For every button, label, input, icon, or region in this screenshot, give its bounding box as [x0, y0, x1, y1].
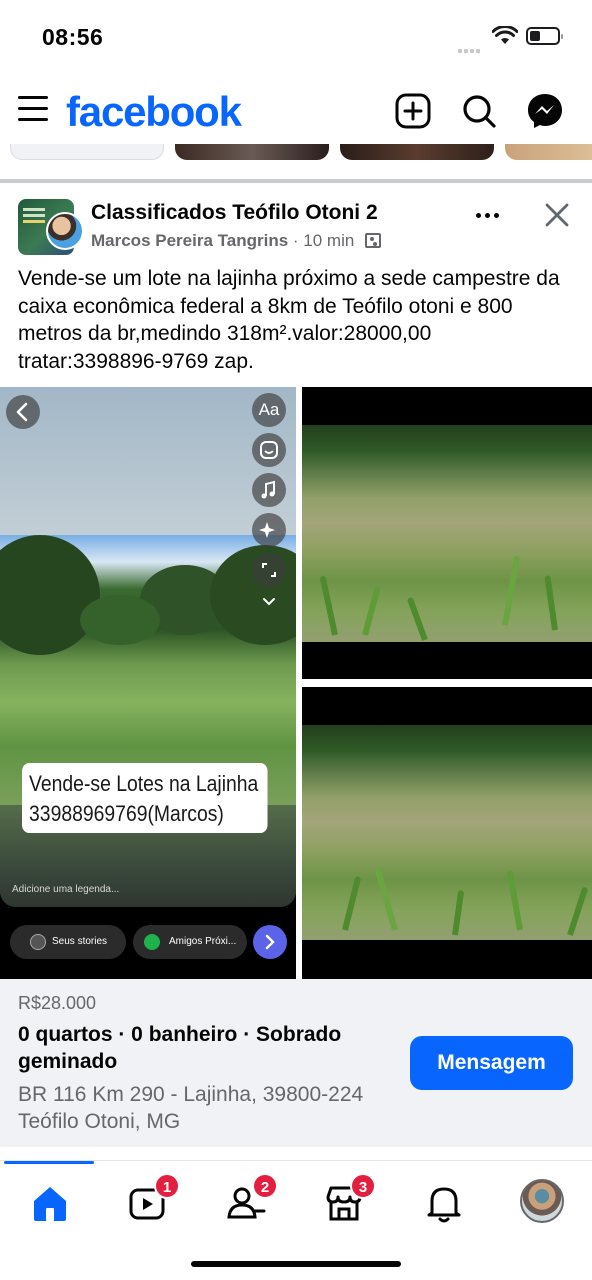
home-icon[interactable] [28, 1181, 72, 1225]
marketplace-listing-info[interactable]: R$28.000 0 quartos · 0 banheiro · Sobrad… [0, 979, 592, 1147]
story-card[interactable] [340, 144, 494, 160]
search-icon[interactable] [460, 92, 498, 130]
listing-price: R$28.000 [18, 993, 97, 1013]
story-editor-preview: Aa Vende-se Lotes na Lajinha 33988969769… [0, 387, 296, 907]
profile-avatar[interactable] [520, 1179, 564, 1223]
video-tab[interactable]: 1 [126, 1173, 180, 1225]
marketplace-tab[interactable]: 3 [322, 1173, 376, 1225]
your-stories-button[interactable]: Seus stories [10, 925, 126, 959]
author-avatar[interactable] [46, 212, 84, 250]
group-audience-icon [365, 233, 382, 248]
message-button[interactable]: Mensagem [410, 1036, 573, 1090]
facebook-logo[interactable]: facebook [66, 88, 242, 136]
add-caption-placeholder: Adicione uma legenda... [12, 884, 120, 895]
your-stories-avatar-icon [30, 934, 46, 950]
messenger-icon[interactable] [526, 92, 564, 130]
next-arrow-icon[interactable] [253, 925, 287, 959]
status-time: 08:56 [42, 24, 104, 50]
listing-specs: 0 quartos · 0 banheiro · Sobrado geminad… [18, 1023, 342, 1073]
video-badge: 1 [154, 1173, 180, 1199]
field-photo [302, 425, 592, 642]
post-meta: Marcos Pereira Tangrins · 10 min [91, 231, 382, 251]
grass-tuft [362, 585, 381, 636]
post-media-grid[interactable]: Aa Vende-se Lotes na Lajinha 33988969769… [0, 387, 592, 979]
resize-icon[interactable] [252, 553, 286, 587]
tree [0, 535, 100, 655]
field-photo [302, 725, 592, 940]
text-tool-icon[interactable]: Aa [252, 393, 286, 427]
post-author[interactable]: Marcos Pereira Tangrins [91, 231, 288, 250]
listing-address: BR 116 Km 290 - Lajinha, 39800-224 Teófi… [18, 1083, 364, 1133]
grass-tuft [502, 555, 521, 626]
chevron-down-icon[interactable] [254, 591, 284, 613]
app-header: facebook [0, 78, 592, 144]
grass-tuft [567, 886, 589, 936]
close-friends-button[interactable]: Amigos Próxi... [133, 925, 247, 959]
friends-badge: 2 [252, 1173, 278, 1199]
grass-tuft [406, 596, 428, 642]
notifications-bell-icon[interactable] [422, 1181, 466, 1225]
friends-tab[interactable]: 2 [224, 1173, 278, 1225]
caption-line: 33988969769(Marcos) [29, 801, 224, 826]
grass-tuft [452, 890, 465, 936]
sticker-icon[interactable] [252, 433, 286, 467]
music-icon[interactable] [252, 473, 286, 507]
group-name[interactable]: Classificados Teófilo Otoni 2 [91, 201, 378, 225]
close-icon[interactable] [542, 200, 572, 230]
story-card[interactable] [505, 144, 592, 160]
wifi-icon [492, 26, 518, 44]
grass-tuft [374, 866, 398, 931]
tree [80, 595, 160, 645]
home-indicator[interactable] [191, 1261, 401, 1267]
post-image-field-1[interactable] [302, 387, 592, 679]
story-card[interactable] [175, 144, 329, 160]
grass-tuft [319, 575, 338, 636]
feed-divider [0, 179, 592, 183]
grass-tuft [506, 870, 523, 931]
status-bar: 08:56 [0, 0, 592, 78]
star-icon [144, 934, 160, 950]
pill-label: Seus stories [52, 936, 108, 947]
post-time[interactable]: 10 min [303, 231, 354, 250]
stories-strip[interactable] [0, 144, 592, 164]
grass-tuft [342, 875, 362, 931]
menu-icon[interactable] [18, 96, 48, 124]
story-caption-text: Vende-se Lotes na Lajinha 33988969769(Ma… [22, 763, 268, 833]
more-options-icon[interactable] [476, 203, 506, 227]
battery-icon [526, 27, 563, 45]
caption-line: Vende-se Lotes na Lajinha [29, 771, 259, 796]
active-tab-indicator [4, 1161, 94, 1164]
post-text: Vende-se um lote na lajinha próximo a se… [18, 267, 560, 373]
cellular-signal-icon [458, 40, 486, 53]
post-image-story-screenshot[interactable]: Aa Vende-se Lotes na Lajinha 33988969769… [0, 387, 296, 979]
marketplace-badge: 3 [350, 1173, 376, 1199]
create-story-card[interactable] [10, 144, 164, 160]
effects-sparkle-icon[interactable] [252, 513, 286, 547]
add-icon[interactable] [394, 92, 432, 130]
back-icon[interactable] [6, 395, 40, 429]
grass-tuft [544, 575, 558, 631]
post-image-field-2[interactable] [302, 687, 592, 979]
meta-separator: · [292, 231, 299, 250]
pill-label: Amigos Próxi... [169, 936, 237, 947]
